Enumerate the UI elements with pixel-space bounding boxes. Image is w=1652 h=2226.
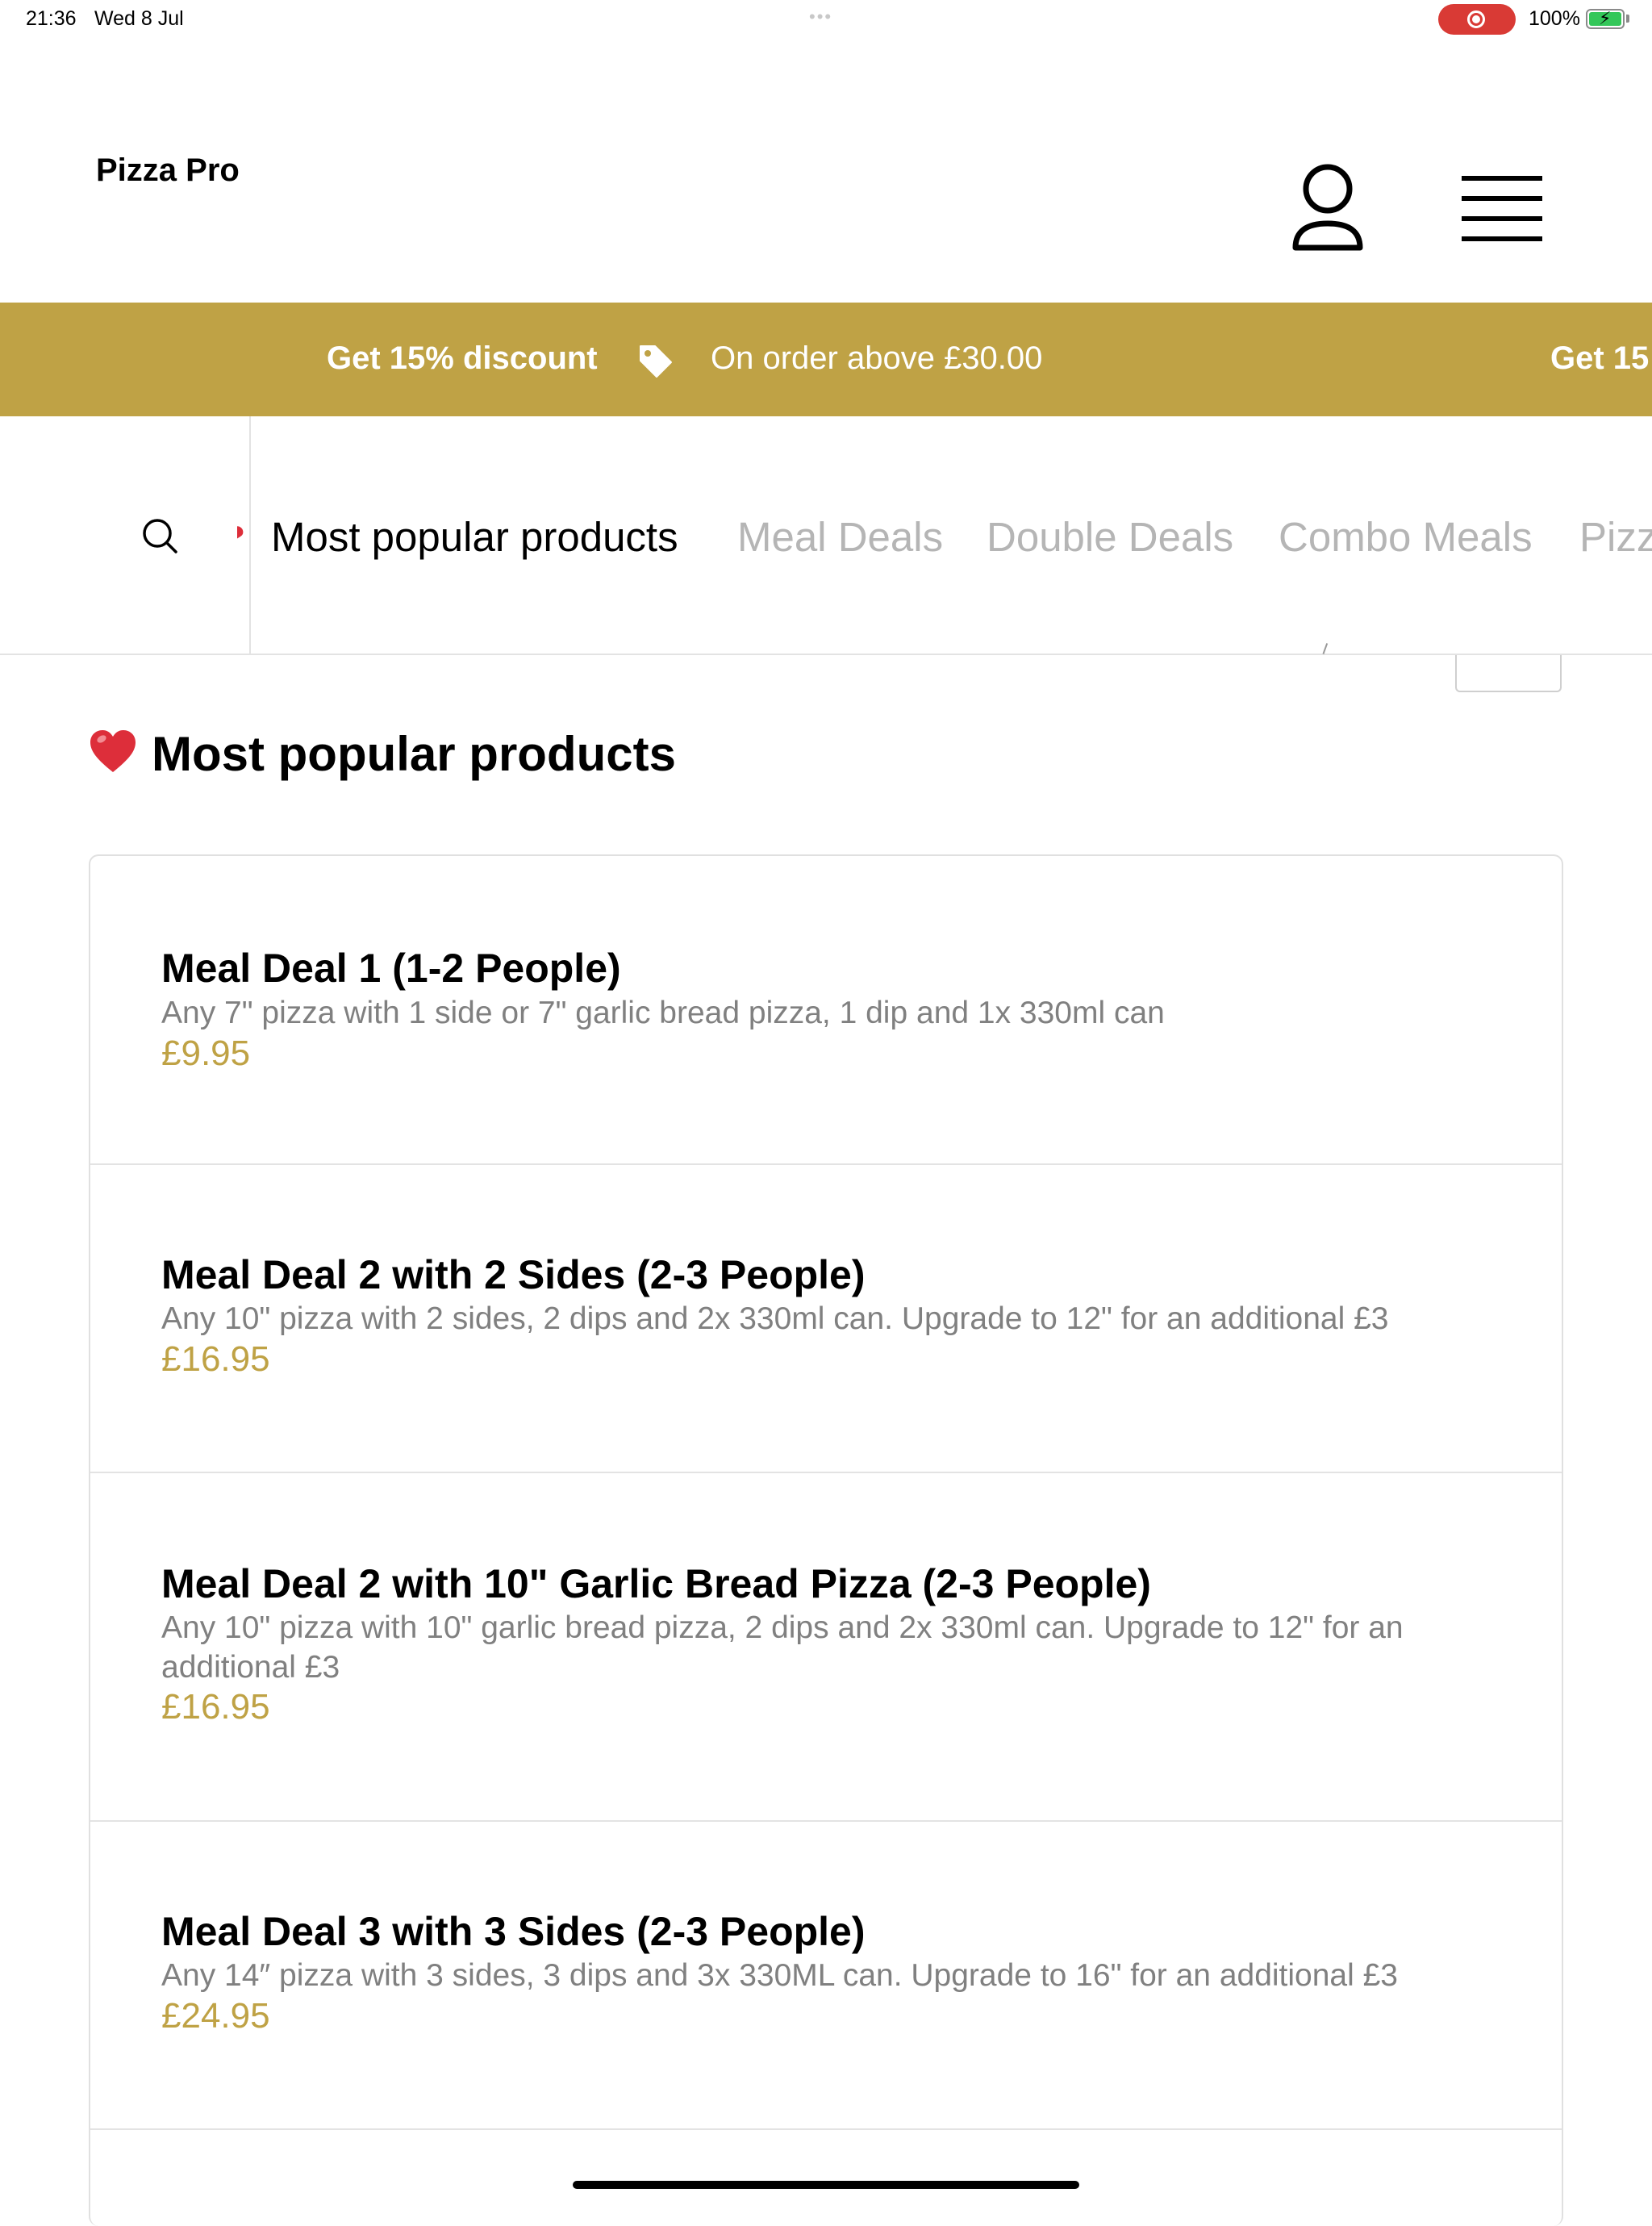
product-name: Meal Deal 2 with 2 Sides (2-3 People) — [161, 1252, 866, 1297]
category-tabs: Most popular products Meal Deals Double … — [252, 416, 1652, 654]
promo-headline-repeat: Get 15 — [1550, 340, 1650, 376]
product-name: Meal Deal 1 (1-2 People) — [161, 946, 621, 991]
screen-recording-icon[interactable] — [1438, 4, 1516, 35]
status-time: 21:36 — [26, 7, 77, 30]
product-card[interactable]: Meal Deal 3 with 3 Sides (2-3 People) An… — [90, 1822, 1562, 2130]
tab-most-popular[interactable]: Most popular products — [271, 513, 678, 561]
menu-icon[interactable] — [1462, 174, 1542, 244]
tab-double-deals[interactable]: Double Deals — [987, 513, 1233, 561]
partial-button[interactable] — [1455, 655, 1562, 692]
product-name: Meal Deal 2 with 10" Garlic Bread Pizza … — [161, 1561, 1151, 1606]
promo-detail: On order above £30.00 — [711, 340, 1043, 376]
product-description: Any 14″ pizza with 3 sides, 3 dips and 3… — [161, 1958, 1398, 1993]
category-nav: ❤ Most popular products Meal Deals Doubl… — [0, 416, 1652, 655]
multitasking-dots-icon[interactable]: ••• — [809, 6, 832, 27]
tag-icon — [640, 345, 672, 378]
product-description: Any 10" pizza with 10" garlic bread pizz… — [161, 1610, 1404, 1685]
product-card[interactable]: Meal Deal 2 with 10" Garlic Bread Pizza … — [90, 1473, 1562, 1822]
product-description: Any 10" pizza with 2 sides, 2 dips and 2… — [161, 1301, 1389, 1336]
promo-headline: Get 15% discount — [327, 340, 598, 376]
product-price: £9.95 — [161, 1034, 251, 1073]
search-button[interactable] — [0, 416, 251, 654]
home-indicator[interactable] — [573, 2181, 1079, 2189]
product-name: Meal Deal 3 with 3 Sides (2-3 People) — [161, 1909, 866, 1954]
battery-cap — [1626, 15, 1629, 23]
user-icon[interactable] — [1291, 164, 1365, 254]
product-price: £24.95 — [161, 1996, 270, 2036]
tab-pizza[interactable]: Pizz — [1579, 513, 1652, 561]
promo-banner: Get 15% discount On order above £30.00 G… — [0, 303, 1652, 416]
brand-name[interactable]: Pizza Pro — [96, 152, 240, 189]
status-bar: 21:36 Wed 8 Jul ••• 100% ⚡ — [0, 0, 1652, 39]
product-description: Any 7" pizza with 1 side or 7" garlic br… — [161, 996, 1165, 1030]
battery-icon: ⚡ — [1586, 8, 1625, 29]
section-title-text: Most popular products — [152, 727, 676, 781]
site-header: Pizza Pro — [0, 39, 1652, 303]
product-card[interactable]: Meal Deal 2 with 2 Sides (2-3 People) An… — [90, 1165, 1562, 1473]
tab-combo-meals[interactable]: Combo Meals — [1279, 513, 1533, 561]
heart-icon — [90, 730, 136, 772]
status-date: Wed 8 Jul — [94, 7, 184, 30]
tab-meal-deals[interactable]: Meal Deals — [737, 513, 943, 561]
product-price: £16.95 — [161, 1339, 270, 1379]
product-card[interactable]: Meal Deal 1 (1-2 People) Any 7" pizza wi… — [90, 856, 1562, 1165]
section-title: Most popular products — [89, 726, 676, 782]
battery-percentage: 100% — [1529, 7, 1580, 30]
search-icon[interactable] — [140, 516, 179, 555]
product-list: Meal Deal 1 (1-2 People) Any 7" pizza wi… — [89, 854, 1563, 2226]
product-price: £16.95 — [161, 1687, 270, 1727]
